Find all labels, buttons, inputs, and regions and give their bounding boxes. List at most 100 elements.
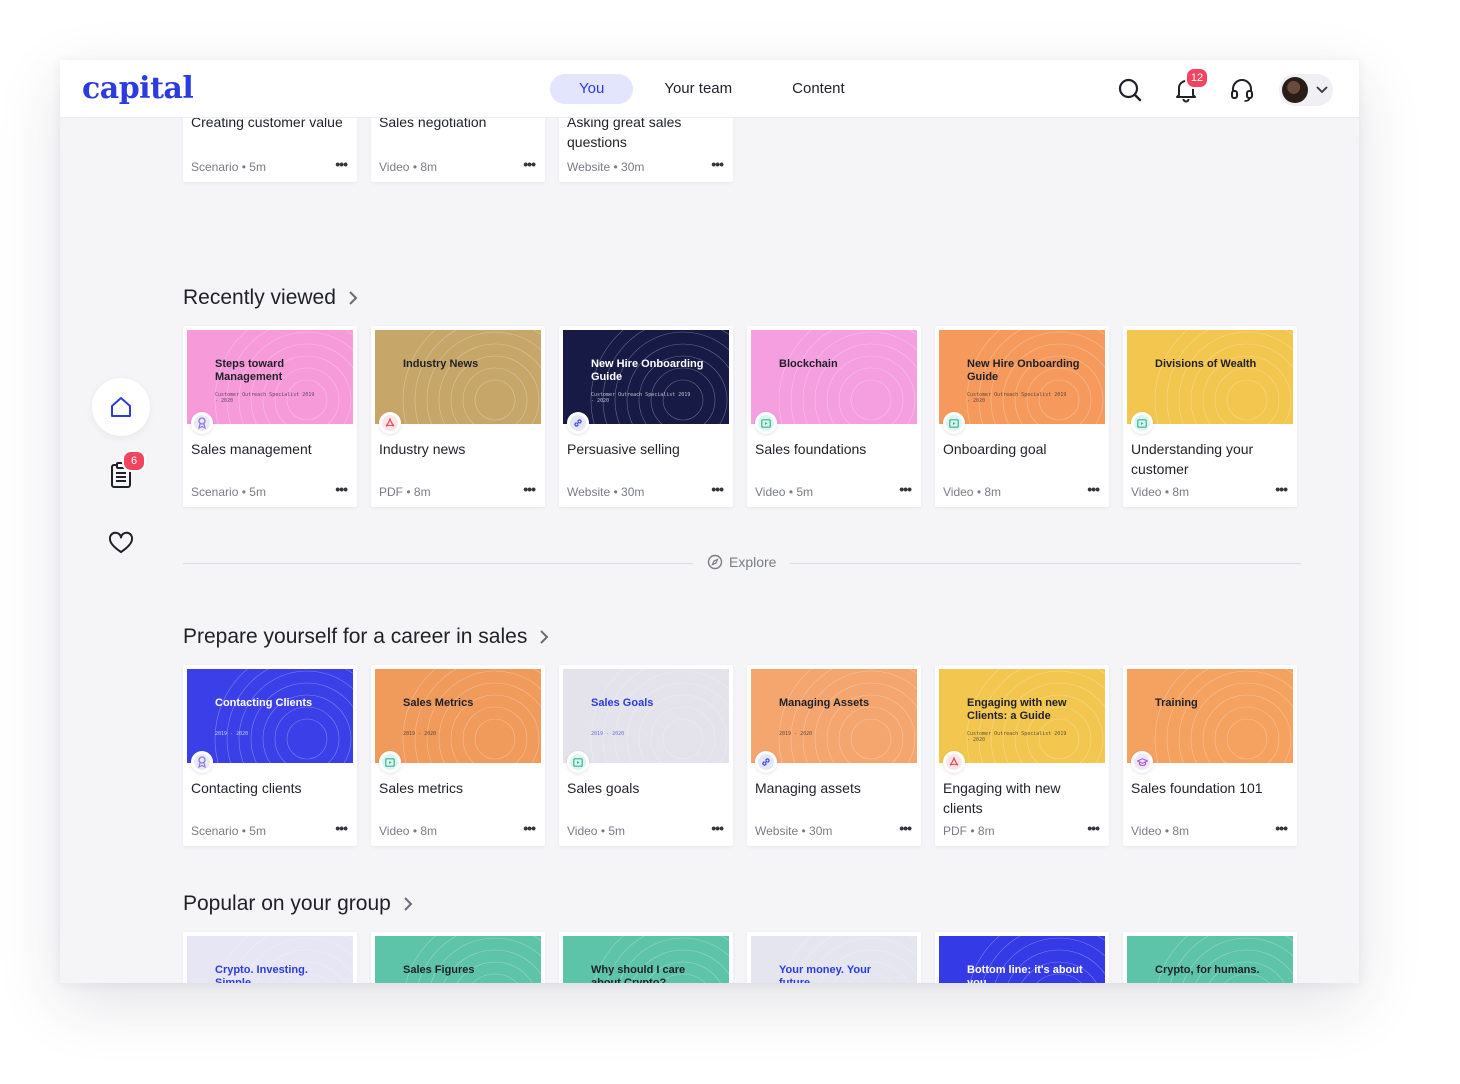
content-card[interactable]: Sales Figures: [371, 932, 545, 983]
more-options-button[interactable]: •••: [711, 820, 724, 836]
content-card[interactable]: Bottom line: it's about you.capital: [935, 932, 1109, 983]
thumbnail-title: New Hire Onboarding Guide: [591, 358, 704, 383]
profile-menu[interactable]: [1279, 74, 1333, 106]
chevron-down-icon: [1316, 86, 1328, 94]
more-options-button[interactable]: •••: [523, 820, 536, 836]
sidebar-item-favorites[interactable]: [92, 514, 150, 572]
card-thumbnail: Why should I care about Crypto?capital: [563, 936, 729, 983]
card-meta: Video • 8m: [379, 160, 438, 174]
explore-label: Explore: [729, 554, 777, 570]
content-card[interactable]: New Hire Onboarding Guide Customer Outrea…: [559, 326, 733, 507]
card-meta: Video • 8m: [1131, 824, 1190, 838]
thumbnail-title: Blockchain: [779, 358, 838, 370]
bell-icon[interactable]: 12: [1171, 67, 1209, 105]
video-icon: [567, 751, 589, 773]
card-thumbnail: Industry News: [375, 330, 541, 424]
content-card[interactable]: Divisions of Wealth Understanding your cu…: [1123, 326, 1297, 507]
main-nav: You Your team Content: [550, 74, 876, 104]
thumbnail-title: Industry News: [403, 358, 479, 370]
content-card[interactable]: Steps toward Management Customer Outreach…: [183, 326, 357, 507]
link-icon: [567, 412, 589, 434]
thumbnail-title: Sales Goals: [591, 697, 654, 709]
more-options-button[interactable]: •••: [899, 481, 912, 497]
explore-link[interactable]: Explore: [693, 554, 791, 570]
thumbnail-title: Bottom line: it's about you.: [967, 964, 1083, 983]
content-card[interactable]: Sales Metrics 2019 - 2020 Sales metrics Vid…: [371, 665, 545, 846]
section-title-recently-viewed[interactable]: Recently viewed: [183, 286, 358, 310]
thumbnail-subtitle: 2019 - 2020: [779, 731, 813, 737]
content-card[interactable]: Managing Assets 2019 - 2020 Managing asset…: [747, 665, 921, 846]
card-title: Engaging with new clients: [943, 780, 1061, 816]
card-title: Persuasive selling: [567, 441, 680, 457]
thumbnail-subtitle: Customer Outreach Specialist 2019 - 2020: [967, 731, 1067, 743]
chevron-right-icon: [540, 630, 549, 644]
content-card[interactable]: Your money. Your future.capital: [747, 932, 921, 983]
thumbnail-title: Steps toward Management: [215, 358, 285, 383]
content-card[interactable]: Creating customer value Scenario • 5m ••…: [183, 112, 357, 182]
thumbnail-title: Crypto, for humans.: [1155, 964, 1260, 976]
more-options-button[interactable]: •••: [1275, 481, 1288, 497]
more-options-button[interactable]: •••: [523, 156, 536, 172]
tab-your-team[interactable]: Your team: [635, 74, 761, 104]
content-card[interactable]: Engaging with new Clients: a Guide Custom…: [935, 665, 1109, 846]
chevron-right-icon: [349, 291, 358, 305]
more-options-button[interactable]: •••: [335, 820, 348, 836]
section-title-popular[interactable]: Popular on your group: [183, 892, 413, 916]
content-card[interactable]: Industry News Industry news PDF • 8m •••: [371, 326, 545, 507]
content-card[interactable]: Sales Goals 2019 - 2020 Sales goals Video •…: [559, 665, 733, 846]
sidebar-item-home[interactable]: [92, 378, 150, 436]
content-card[interactable]: Asking great sales questions Website • 3…: [559, 112, 733, 182]
thumbnail-subtitle: Customer Outreach Specialist 2019 - 2020: [591, 392, 691, 404]
more-options-button[interactable]: •••: [1087, 481, 1100, 497]
brand-logo[interactable]: capital: [82, 71, 194, 106]
card-title: Sales foundation 101: [1131, 780, 1263, 796]
sidebar: 6: [92, 378, 152, 582]
pdf-icon: [379, 412, 401, 434]
card-meta: PDF • 8m: [943, 824, 995, 838]
home-icon: [111, 397, 131, 417]
card-title: Onboarding goal: [943, 441, 1047, 457]
card-meta: Video • 8m: [943, 485, 1002, 499]
content-card[interactable]: Crypto, for humans.capital: [1123, 932, 1297, 983]
card-meta: PDF • 8m: [379, 485, 431, 499]
sidebar-item-assignments[interactable]: 6: [92, 446, 150, 504]
content-card[interactable]: Blockchain Sales foundations Video • 5m •••: [747, 326, 921, 507]
card-meta: Website • 30m: [567, 160, 645, 174]
more-options-button[interactable]: •••: [523, 481, 536, 497]
card-meta: Video • 8m: [1131, 485, 1190, 499]
content-card[interactable]: Contacting Clients 2019 - 2020 Contacting …: [183, 665, 357, 846]
heart-icon: [108, 531, 134, 553]
more-options-button[interactable]: •••: [899, 820, 912, 836]
support-headset-icon[interactable]: [1227, 75, 1257, 105]
thumbnail-title: New Hire Onboarding Guide: [967, 358, 1080, 383]
content-card[interactable]: New Hire Onboarding Guide Customer Outrea…: [935, 326, 1109, 507]
course-icon: [1131, 751, 1153, 773]
card-meta: Website • 30m: [567, 485, 645, 499]
link-icon: [755, 751, 777, 773]
content-card[interactable]: Crypto. Investing. Simple.capital: [183, 932, 357, 983]
section-title-career[interactable]: Prepare yourself for a career in sales: [183, 625, 549, 649]
more-options-button[interactable]: •••: [711, 481, 724, 497]
section-title-text: Popular on your group: [183, 892, 391, 915]
card-title: Contacting clients: [191, 780, 302, 796]
card-meta: Video • 5m: [755, 485, 814, 499]
search-icon[interactable]: [1115, 75, 1145, 105]
more-options-button[interactable]: •••: [1087, 820, 1100, 836]
content-card[interactable]: Training Sales foundation 101 Video • 8m ••…: [1123, 665, 1297, 846]
video-icon: [1131, 412, 1153, 434]
card-meta: Website • 30m: [755, 824, 833, 838]
tab-content[interactable]: Content: [763, 74, 874, 104]
card-thumbnail: Crypto. Investing. Simple.capital: [187, 936, 353, 983]
card-title: Sales management: [191, 441, 312, 457]
content-card[interactable]: Why should I care about Crypto?capital: [559, 932, 733, 983]
thumbnail-title: Sales Metrics: [403, 697, 474, 709]
section-title-text: Prepare yourself for a career in sales: [183, 625, 528, 648]
card-thumbnail: Sales Figures: [375, 936, 541, 983]
more-options-button[interactable]: •••: [711, 156, 724, 172]
content-card[interactable]: Sales negotiation Video • 8m •••: [371, 112, 545, 182]
tab-you[interactable]: You: [550, 74, 634, 104]
more-options-button[interactable]: •••: [1275, 820, 1288, 836]
more-options-button[interactable]: •••: [335, 156, 348, 172]
more-options-button[interactable]: •••: [335, 481, 348, 497]
card-title: Industry news: [379, 441, 466, 457]
